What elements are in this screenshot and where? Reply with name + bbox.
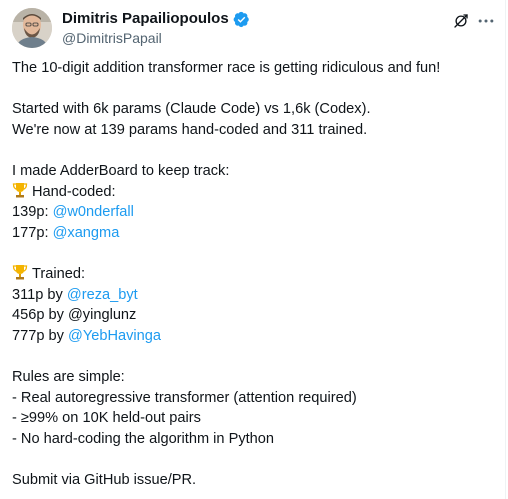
leaderboard-entry: 311p by @reza_byt (12, 285, 502, 306)
tweet-line: I made AdderBoard to keep track: (12, 162, 230, 179)
mention-link[interactable]: @xangma (53, 225, 120, 241)
tweet-line: Started with 6k params (Claude Code) vs … (12, 101, 371, 118)
display-name[interactable]: Dimitris Papailiopoulos (62, 10, 229, 28)
rule-item: - ≥99% on 10K held-out pairs (12, 410, 201, 427)
tweet-text: The 10-digit addition transformer race i… (12, 58, 502, 490)
more-horizontal-icon[interactable] (476, 11, 496, 31)
entry-params: 177p: (12, 224, 53, 241)
tweet: Dimitris Papailiopoulos @DimitrisPapail … (0, 0, 508, 499)
hand-coded-heading: Hand-coded: (12, 182, 502, 203)
tweet-line: The 10-digit addition transformer race i… (12, 60, 441, 76)
rule-item: - No hard-coding the algorithm in Python (12, 430, 275, 447)
rules-title: Rules are simple: (12, 368, 125, 385)
mention-link[interactable]: @w0nderfall (53, 204, 134, 220)
trophy-icon (12, 182, 28, 198)
author-name-row: Dimitris Papailiopoulos (62, 10, 250, 28)
column-divider (505, 0, 506, 499)
grok-icon[interactable] (452, 12, 470, 30)
hand-coded-label: Hand-coded: (32, 183, 116, 200)
rule-item: - Real autoregressive transformer (atten… (12, 389, 357, 406)
leaderboard-entry: 777p by @YebHavinga (12, 326, 502, 347)
mention-link[interactable]: @YebHavinga (68, 328, 161, 344)
trained-label: Trained: (32, 265, 85, 282)
tweet-line: Submit via GitHub issue/PR. (12, 471, 197, 488)
avatar[interactable] (12, 8, 52, 48)
author-handle[interactable]: @DimitrisPapail (62, 29, 162, 47)
mention-link[interactable]: @reza_byt (67, 287, 138, 303)
entry-params: 139p: (12, 204, 53, 221)
leaderboard-entry: 177p: @xangma (12, 223, 502, 244)
entry-params: 311p by (12, 286, 67, 303)
leaderboard-entry: 456p by @yinglunz (12, 307, 137, 324)
entry-params: 777p by (12, 327, 68, 344)
trained-heading: Trained: (12, 264, 502, 285)
tweet-line: We're now at 139 params hand-coded and 3… (12, 121, 368, 138)
leaderboard-entry: 139p: @w0nderfall (12, 202, 502, 223)
trophy-icon (12, 264, 28, 280)
verified-badge-icon[interactable] (233, 11, 250, 28)
avatar-image (12, 8, 52, 48)
